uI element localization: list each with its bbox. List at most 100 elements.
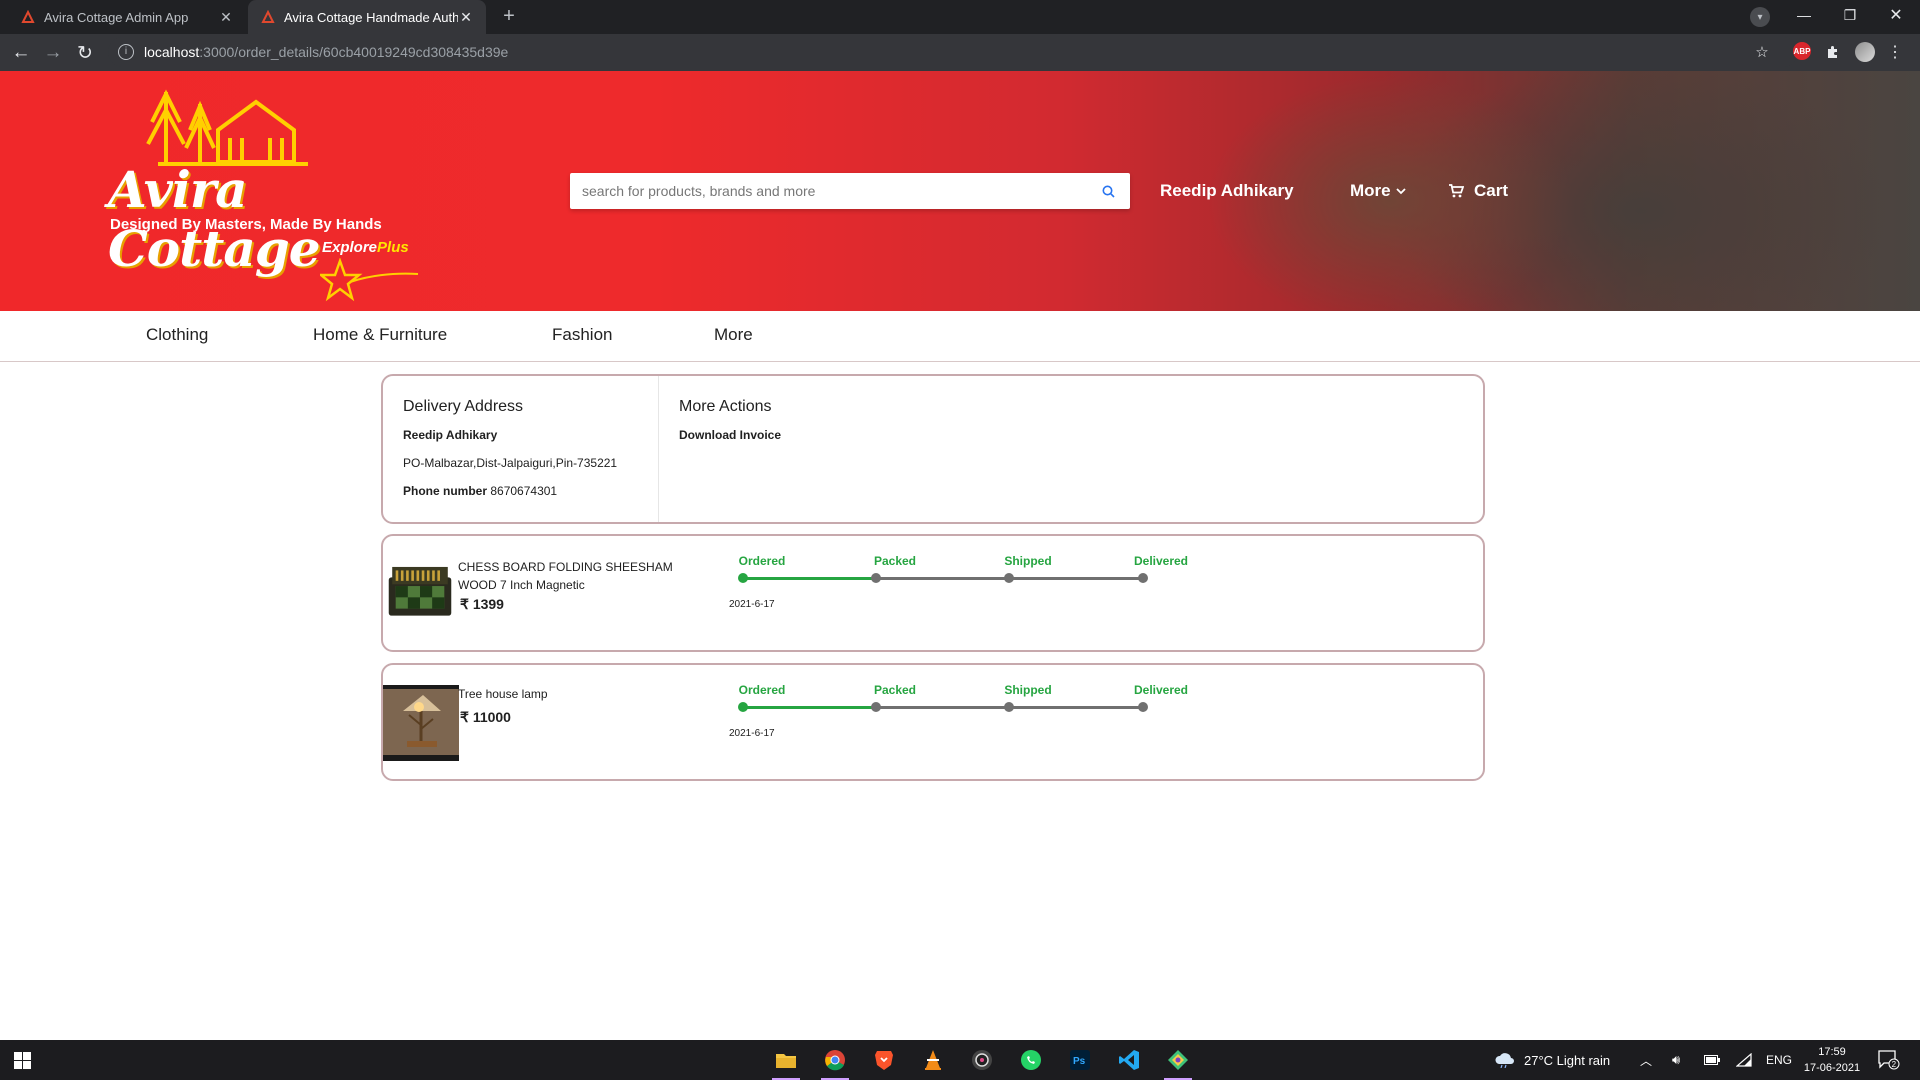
- clock-time: 17:59: [1818, 1046, 1846, 1058]
- step-packed-label: Packed: [873, 554, 917, 568]
- step-delivered-dot: [1138, 573, 1148, 583]
- step-shipped-label: Shipped: [1004, 683, 1052, 697]
- step-packed-dot: [871, 702, 881, 712]
- system-clock[interactable]: 17:59 17-06-2021: [1800, 1044, 1864, 1076]
- more-dropdown[interactable]: More: [1350, 181, 1407, 201]
- notification-count: 2: [1892, 1060, 1897, 1069]
- explore-label: Explore: [322, 239, 378, 256]
- site-favicon-icon: [260, 9, 276, 25]
- user-account-link[interactable]: Reedip Adhikary: [1160, 181, 1294, 201]
- vlc-icon[interactable]: [915, 1044, 951, 1076]
- more-actions-section: More Actions Download Invoice: [679, 398, 781, 442]
- order-date: 2021-6-17: [729, 728, 775, 739]
- step-shipped-dot: [1004, 573, 1014, 583]
- order-item-card: Tree house lamp ₹ 11000 Ordered Packed S…: [381, 663, 1485, 781]
- category-home-furniture[interactable]: Home & Furniture: [313, 325, 447, 345]
- category-nav: Clothing Home & Furniture Fashion More: [0, 311, 1920, 362]
- notification-center-icon[interactable]: 2: [1878, 1040, 1900, 1080]
- tab-search-icon[interactable]: ▾: [1750, 7, 1770, 27]
- product-image-chessboard[interactable]: [387, 560, 453, 626]
- product-image-lamp[interactable]: [383, 685, 459, 761]
- delivery-address-section: Delivery Address Reedip Adhikary PO-Malb…: [403, 398, 658, 498]
- product-name[interactable]: CHESS BOARD FOLDING SHEESHAM WOOD 7 Inch…: [458, 558, 708, 594]
- language-indicator[interactable]: ENG: [1766, 1040, 1792, 1080]
- url-path: :3000/order_details/60cb40019249cd308435…: [199, 44, 509, 60]
- browser-tabstrip: Avira Cottage Admin App ✕ Avira Cottage …: [0, 0, 1920, 34]
- close-tab-icon[interactable]: ✕: [458, 9, 474, 26]
- windows-taskbar: Ps 27°C Light rain ︿ 🔊︎ ENG 17:59 17-06-…: [0, 1040, 1920, 1080]
- extensions-puzzle-icon[interactable]: [1823, 42, 1843, 62]
- git-client-icon[interactable]: [1160, 1044, 1196, 1080]
- new-tab-button[interactable]: +: [496, 5, 522, 29]
- site-info-icon[interactable]: i: [118, 44, 134, 60]
- svg-text:Ps: Ps: [1073, 1056, 1086, 1067]
- restore-icon[interactable]: ❐: [1836, 0, 1864, 30]
- cart-label: Cart: [1474, 181, 1509, 200]
- media-player-icon[interactable]: [964, 1044, 1000, 1076]
- category-clothing[interactable]: Clothing: [146, 325, 208, 345]
- browser-tab-store[interactable]: Avira Cottage Handmade Authen ✕: [248, 0, 486, 34]
- product-name[interactable]: Tree house lamp: [458, 685, 708, 703]
- cloud-rain-icon: [1495, 1053, 1514, 1068]
- browser-menu-icon[interactable]: ⋮: [1887, 42, 1903, 62]
- order-item-card: CHESS BOARD FOLDING SHEESHAM WOOD 7 Inch…: [381, 534, 1485, 652]
- forward-icon[interactable]: →: [40, 40, 66, 66]
- whatsapp-icon[interactable]: [1013, 1044, 1049, 1076]
- back-icon[interactable]: ←: [8, 40, 34, 66]
- url-host: localhost: [144, 44, 200, 60]
- price-value: 11000: [472, 709, 511, 725]
- phone-number: Phone number 8670674301: [403, 484, 658, 498]
- vscode-icon[interactable]: [1111, 1044, 1147, 1076]
- step-ordered-dot: [738, 702, 748, 712]
- bookmark-star-icon[interactable]: ☆: [1752, 42, 1772, 62]
- step-delivered-dot: [1138, 702, 1148, 712]
- chrome-icon[interactable]: [817, 1044, 853, 1080]
- more-actions-title: More Actions: [679, 398, 772, 415]
- explore-plus-link[interactable]: ExplorePlus: [322, 239, 409, 256]
- cart-icon: [1449, 184, 1464, 198]
- rupee-icon: ₹: [460, 596, 469, 612]
- step-delivered-label: Delivered: [1133, 683, 1189, 697]
- step-packed-label: Packed: [873, 683, 917, 697]
- browser-tab-admin[interactable]: Avira Cottage Admin App ✕: [8, 0, 246, 34]
- search-icon[interactable]: [1098, 181, 1118, 201]
- address-bar[interactable]: i localhost:3000/order_details/60cb40019…: [108, 37, 1798, 67]
- chevron-down-icon: [1395, 188, 1406, 195]
- wifi-icon[interactable]: [1736, 1040, 1752, 1080]
- step-ordered-label: Ordered: [738, 683, 786, 697]
- step-delivered-label: Delivered: [1133, 554, 1189, 568]
- site-logo[interactable]: Avira Cottage Designed By Masters, Made …: [108, 82, 419, 302]
- category-fashion[interactable]: Fashion: [552, 325, 612, 345]
- photoshop-icon[interactable]: Ps: [1062, 1044, 1098, 1076]
- step-shipped-label: Shipped: [1004, 554, 1052, 568]
- tab-title: Avira Cottage Admin App: [44, 9, 189, 25]
- progress-line-done: [743, 706, 876, 709]
- search-input[interactable]: [582, 183, 1098, 199]
- file-explorer-icon[interactable]: [768, 1044, 804, 1080]
- phone-value: 8670674301: [490, 484, 558, 498]
- battery-icon[interactable]: [1704, 1040, 1720, 1080]
- more-label: More: [1350, 181, 1391, 200]
- close-window-icon[interactable]: ✕: [1882, 0, 1910, 30]
- cart-link[interactable]: Cart: [1448, 181, 1508, 201]
- volume-icon[interactable]: 🔊︎: [1672, 1040, 1680, 1080]
- site-favicon-icon: [20, 9, 36, 25]
- step-shipped-dot: [1004, 702, 1014, 712]
- delivery-address-card: Delivery Address Reedip Adhikary PO-Malb…: [381, 374, 1485, 524]
- category-more[interactable]: More: [714, 325, 753, 345]
- reload-icon[interactable]: ↻: [72, 40, 98, 66]
- windows-start-icon[interactable]: [14, 1052, 31, 1069]
- brave-icon[interactable]: [866, 1044, 902, 1076]
- show-hidden-icons-icon[interactable]: ︿: [1640, 1040, 1652, 1080]
- rupee-icon: ₹: [460, 709, 469, 725]
- logo-tagline: Designed By Masters, Made By Hands: [110, 216, 382, 233]
- adblock-extension-icon[interactable]: ABP: [1793, 42, 1811, 60]
- recipient-name: Reedip Adhikary: [403, 428, 498, 442]
- profile-avatar[interactable]: [1855, 42, 1875, 62]
- clock-date: 17-06-2021: [1803, 1062, 1861, 1074]
- minimize-icon[interactable]: —: [1790, 0, 1818, 30]
- close-tab-icon[interactable]: ✕: [218, 9, 234, 26]
- download-invoice-link[interactable]: Download Invoice: [679, 428, 781, 442]
- order-date: 2021-6-17: [729, 599, 775, 610]
- weather-widget[interactable]: 27°C Light rain: [1494, 1040, 1610, 1080]
